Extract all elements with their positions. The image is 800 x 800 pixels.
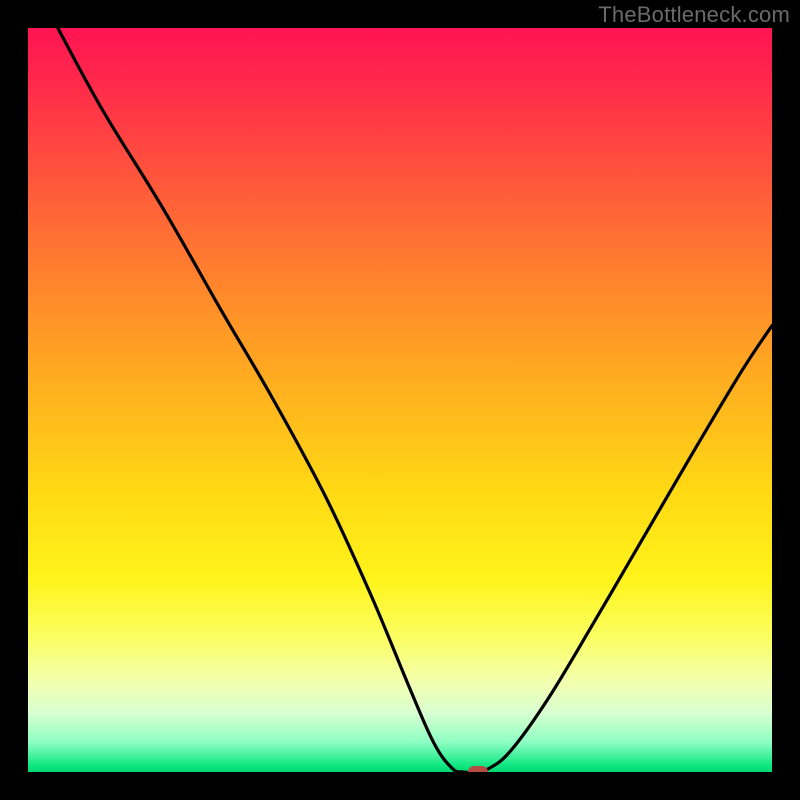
bottleneck-curve: [28, 28, 772, 772]
plot-area: [28, 28, 772, 772]
watermark-text: TheBottleneck.com: [598, 2, 790, 28]
optimal-point-marker: [468, 766, 488, 772]
chart-frame: TheBottleneck.com: [0, 0, 800, 800]
